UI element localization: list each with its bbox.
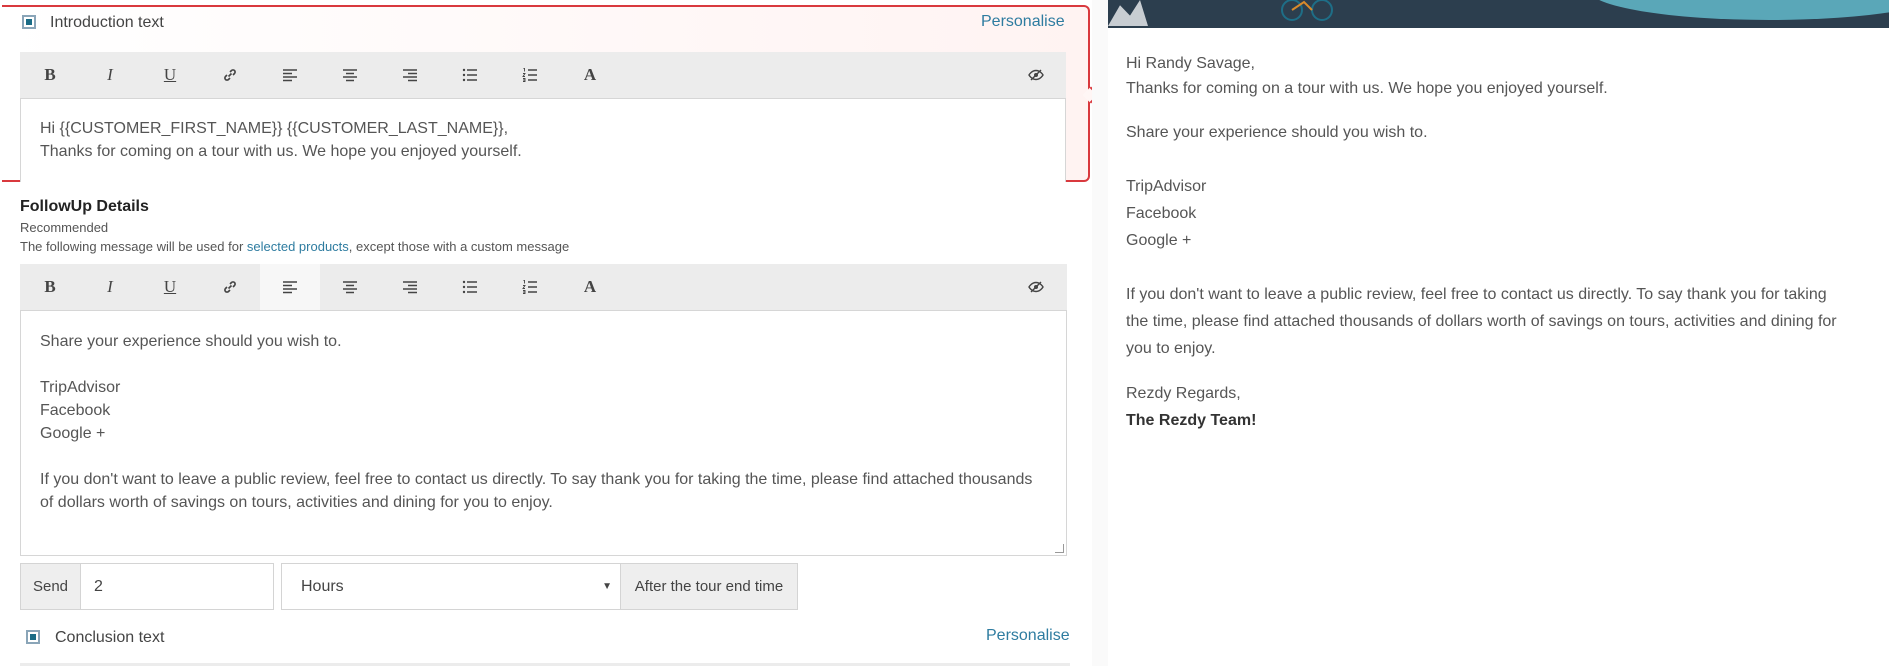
- send-suffix: After the tour end time: [620, 563, 798, 610]
- conclusion-personalise-link[interactable]: Personalise: [986, 627, 1070, 645]
- preview-team: The Rezdy Team!: [1126, 412, 1257, 429]
- eye-slash-icon: [1028, 281, 1044, 293]
- followup-toolbar: B I U A: [20, 264, 1067, 310]
- selected-products-link[interactable]: selected products: [247, 239, 349, 254]
- hero-wave: [1589, 0, 1889, 20]
- bullet-list-button[interactable]: [440, 52, 500, 98]
- followup-desc-text: The following message will be used for: [20, 239, 247, 254]
- align-center-button[interactable]: [320, 52, 380, 98]
- intro-editor-line: Hi {{CUSTOMER_FIRST_NAME}} {{CUSTOMER_LA…: [40, 120, 509, 137]
- resize-handle[interactable]: [1055, 544, 1064, 553]
- numbered-list-button[interactable]: [500, 52, 560, 98]
- followup-editor-line: Share your experience should you wish to…: [40, 333, 342, 350]
- followup-desc-text: , except those with a custom message: [348, 239, 570, 254]
- align-right-button[interactable]: [380, 52, 440, 98]
- intro-editor[interactable]: Hi {{CUSTOMER_FIRST_NAME}} {{CUSTOMER_LA…: [20, 98, 1066, 182]
- hero-mountain: [1108, 0, 1148, 26]
- preview-review-line: If you don't want to leave a public revi…: [1126, 286, 1827, 303]
- link-button[interactable]: [200, 52, 260, 98]
- align-left-icon: [283, 69, 297, 82]
- time-unit-value: Hours: [301, 577, 344, 595]
- align-center-icon: [343, 281, 357, 294]
- align-center-icon: [343, 69, 357, 82]
- align-center-button[interactable]: [320, 264, 380, 310]
- followup-editor-line: of dollars worth of savings on tours, ac…: [40, 494, 553, 511]
- followup-editor-line: TripAdvisor: [40, 379, 121, 396]
- align-right-button[interactable]: [380, 264, 440, 310]
- preview-link-tripadvisor: TripAdvisor: [1126, 178, 1207, 195]
- message-editor-panel: Introduction text Personalise B I U A Hi…: [0, 0, 1092, 666]
- eye-slash-icon: [1028, 69, 1044, 81]
- bicycle-icon: [1281, 0, 1333, 21]
- bullet-list-icon: [462, 280, 477, 294]
- intro-personalise-link[interactable]: Personalise: [981, 13, 1065, 31]
- preview-review-line: you to enjoy.: [1126, 340, 1216, 357]
- followup-editor-line: [40, 445, 1047, 468]
- preview-greeting: Hi Randy Savage,: [1126, 55, 1255, 72]
- font-button[interactable]: A: [560, 52, 620, 98]
- preview-link-facebook: Facebook: [1126, 205, 1197, 222]
- link-button[interactable]: [200, 264, 260, 310]
- align-left-button[interactable]: [260, 264, 320, 310]
- intro-checkbox[interactable]: [22, 15, 36, 29]
- underline-button[interactable]: U: [140, 264, 200, 310]
- preview-toggle-button[interactable]: [1006, 52, 1066, 98]
- followup-editor-line: [40, 353, 1047, 376]
- numbered-list-button[interactable]: [500, 264, 560, 310]
- preview-share: Share your experience should you wish to…: [1126, 124, 1428, 141]
- align-left-icon: [283, 281, 297, 294]
- followup-editor-line: If you don't want to leave a public revi…: [40, 471, 1033, 488]
- conclusion-label: Conclusion text: [55, 629, 165, 646]
- numbered-list-icon: [522, 280, 537, 294]
- preview-toggle-button[interactable]: [1006, 264, 1066, 310]
- followup-title: FollowUp Details: [20, 198, 149, 215]
- preview-review-line: the time, please find attached thousands…: [1126, 313, 1837, 330]
- preview-thanks: Thanks for coming on a tour with us. We …: [1126, 80, 1608, 97]
- link-icon: [224, 69, 236, 81]
- preview-link-google: Google +: [1126, 232, 1192, 249]
- bold-button[interactable]: B: [20, 52, 80, 98]
- bullet-list-icon: [462, 68, 477, 82]
- followup-editor-line: Google +: [40, 425, 106, 442]
- send-label: Send: [20, 563, 81, 610]
- time-unit-select[interactable]: Hours ▼: [281, 563, 621, 610]
- followup-editor[interactable]: Share your experience should you wish to…: [20, 310, 1067, 556]
- followup-description: The following message will be used for s…: [20, 239, 569, 254]
- bullet-list-button[interactable]: [440, 264, 500, 310]
- intro-editor-line: Thanks for coming on a tour with us. We …: [40, 143, 522, 160]
- followup-recommended: Recommended: [20, 220, 109, 235]
- font-button[interactable]: A: [560, 264, 620, 310]
- link-icon: [224, 281, 236, 293]
- underline-button[interactable]: U: [140, 52, 200, 98]
- align-right-icon: [403, 281, 417, 294]
- align-left-button[interactable]: [260, 52, 320, 98]
- numbered-list-icon: [522, 68, 537, 82]
- intro-toolbar: B I U A: [20, 52, 1066, 98]
- panel-divider: [1092, 0, 1108, 666]
- followup-editor-line: Facebook: [40, 402, 111, 419]
- italic-button[interactable]: I: [80, 52, 140, 98]
- email-hero-image: [1108, 0, 1889, 28]
- align-right-icon: [403, 69, 417, 82]
- send-amount-input[interactable]: 2: [80, 563, 274, 610]
- chevron-down-icon: ▼: [602, 581, 612, 592]
- preview-regards: Rezdy Regards,: [1126, 385, 1241, 402]
- intro-label: Introduction text: [50, 14, 164, 31]
- conclusion-checkbox[interactable]: [26, 630, 40, 644]
- bold-button[interactable]: B: [20, 264, 80, 310]
- italic-button[interactable]: I: [80, 264, 140, 310]
